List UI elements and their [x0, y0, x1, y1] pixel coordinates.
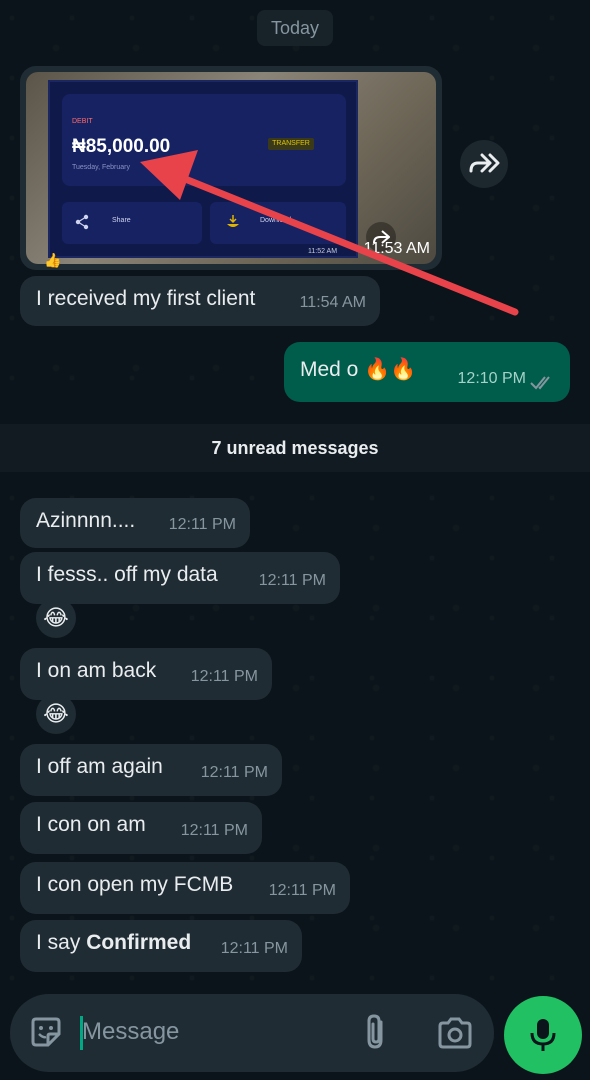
message-text-bold: Confirmed	[86, 931, 192, 954]
receipt-time: 11:52 AM	[308, 248, 338, 255]
paperclip-icon[interactable]	[360, 1012, 392, 1052]
outgoing-message-bubble[interactable]: Med o 🔥🔥 12:10 PM	[284, 342, 570, 402]
message-text: I con open my FCMB	[36, 873, 234, 896]
message-bubble[interactable]: I received my first client 11:54 AM	[20, 276, 380, 326]
image-message[interactable]: DEBIT ₦85,000.00 Tuesday, February TRANS…	[20, 66, 442, 270]
reaction-emoji[interactable]: 😂	[36, 694, 76, 734]
message-text: Azinnnn....	[36, 509, 136, 532]
unread-messages-banner: 7 unread messages	[0, 424, 590, 472]
message-time: 12:11 PM	[220, 940, 288, 957]
message-time: 11:54 AM	[299, 294, 366, 311]
receipt-download-label: Download	[260, 217, 292, 224]
message-time: 12:11 PM	[200, 764, 268, 781]
transfer-badge: TRANSFER	[268, 138, 314, 150]
message-text: I con on am	[36, 813, 146, 836]
reaction-emoji[interactable]: 😂	[36, 598, 76, 638]
receipt-download-button: Download	[210, 202, 346, 244]
share-icon	[75, 214, 89, 230]
message-bubble[interactable]: I say Confirmed 12:11 PM	[20, 920, 302, 972]
receipt-amount: ₦85,000.00	[72, 136, 171, 157]
message-text: I on am back	[36, 659, 157, 682]
message-bubble[interactable]: I off am again 12:11 PM	[20, 744, 282, 796]
microphone-button[interactable]	[504, 996, 582, 1074]
message-bubble[interactable]: I con open my FCMB 12:11 PM	[20, 862, 350, 914]
forward-icon	[469, 153, 500, 173]
message-text-prefix: I say	[36, 931, 87, 954]
transaction-receipt-screenshot: DEBIT ₦85,000.00 Tuesday, February TRANS…	[48, 80, 358, 258]
camera-icon[interactable]	[436, 1016, 474, 1050]
message-time: 11:53 AM	[363, 240, 430, 257]
message-time: 12:11 PM	[258, 572, 326, 589]
message-time: 12:11 PM	[268, 882, 336, 899]
message-bubble[interactable]: Azinnnn.... 12:11 PM	[20, 498, 250, 548]
message-bubble[interactable]: I con on am 12:11 PM	[20, 802, 262, 854]
message-bubble[interactable]: I on am back 12:11 PM	[20, 648, 272, 700]
message-time: 12:11 PM	[190, 668, 258, 685]
message-composer[interactable]: Message	[10, 994, 494, 1072]
message-time: 12:11 PM	[180, 822, 248, 839]
forward-button[interactable]	[460, 140, 508, 188]
message-input[interactable]: Message	[82, 1018, 179, 1046]
receipt-share-label: Share	[112, 217, 131, 224]
microphone-icon	[530, 1019, 556, 1051]
image-attachment[interactable]: DEBIT ₦85,000.00 Tuesday, February TRANS…	[26, 72, 436, 264]
sticker-icon[interactable]	[28, 1014, 64, 1050]
debit-label: DEBIT	[72, 118, 93, 125]
download-icon	[227, 215, 239, 227]
date-divider: Today	[257, 10, 333, 46]
double-check-icon	[530, 376, 550, 390]
message-bubble[interactable]: I fesss.. off my data 12:11 PM	[20, 552, 340, 604]
message-text: I off am again	[36, 755, 163, 778]
message-text: I say Confirmed	[36, 930, 191, 956]
message-time: 12:11 PM	[168, 516, 236, 533]
message-time: 12:10 PM	[457, 370, 526, 387]
receipt-share-button: Share	[62, 202, 202, 244]
receipt-date: Tuesday, February	[72, 164, 130, 171]
message-text: I fesss.. off my data	[36, 563, 218, 586]
reaction-emoji[interactable]: 👍	[44, 252, 61, 269]
message-text: Med o 🔥🔥	[300, 358, 417, 381]
message-text: I received my first client	[36, 287, 256, 310]
